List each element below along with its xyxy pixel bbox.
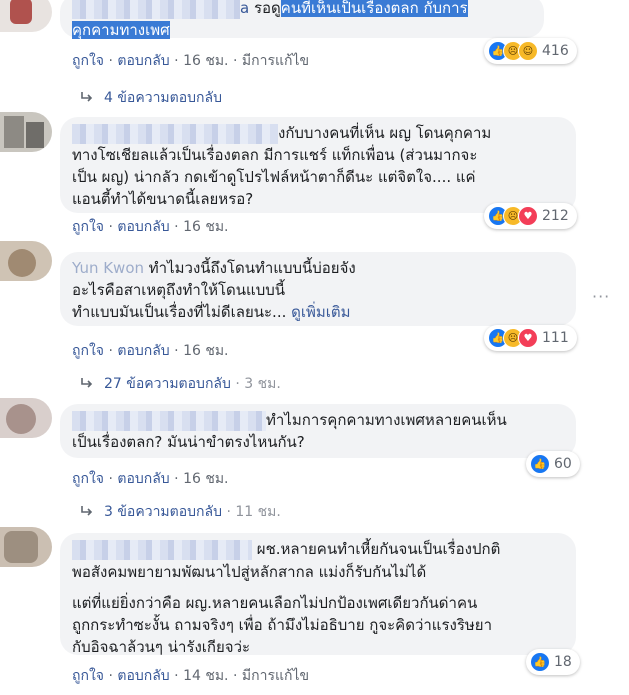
reaction-summary[interactable]: 👍 ☹ ♥ 212 [484,203,577,229]
highlighted-text: คนที่เห็นเป็นเรื่องตลก กับการ [280,0,468,17]
reply-arrow-icon [81,378,93,388]
separator: · [235,376,240,392]
avatar[interactable] [0,241,52,281]
edited-label[interactable]: มีการแก้ไข [242,53,309,69]
timestamp[interactable]: 16 ชม. [183,471,228,487]
separator: · [174,471,179,487]
like-link[interactable]: ถูกใจ [72,343,104,359]
avatar[interactable] [0,0,52,32]
separator: · [108,668,113,684]
separator: · [226,504,231,520]
reaction-summary[interactable]: 👍 ☹ ☺ 416 [484,38,577,64]
replies-time: 3 ชม. [244,376,281,392]
reaction-count: 111 [542,330,569,346]
view-replies-link[interactable]: 27 ข้อความตอบกลับ · 3 ชม. [80,373,281,395]
comment-text: รอดู [253,0,281,17]
replies-count[interactable]: 27 ข้อความตอบกลับ [104,376,231,392]
like-icon: 👍 [530,454,550,474]
comment-text-line: งกับบางคนที่เห็น ผญ โดนคุกคาม [72,122,491,144]
replies-time: 11 ชม. [235,504,281,520]
comment-actions: ถูกใจ · ตอบกลับ · 16 ชม. [72,216,229,238]
commenter-name-suffix[interactable]: a [240,0,249,17]
separator: · [232,53,238,69]
comment-text-line: a รอดูคนที่เห็นเป็นเรื่องตลก กับการ [72,0,468,19]
timestamp[interactable]: 14 ชม. [183,668,228,684]
more-options-icon[interactable]: ··· [592,287,610,306]
comment-text: ทำไมวงนี้ถึงโดนทำแบบนี้บ่อยจัง [148,259,356,277]
comment-text: ผช.หลายคนทำเหี้ยกันจนเป็นเรื่องปกติ [256,540,501,558]
separator: · [232,668,238,684]
timestamp[interactable]: 16 ชม. [183,219,228,235]
timestamp[interactable]: 16 ชม. [183,53,228,69]
reply-arrow-icon [81,92,93,102]
commenter-name[interactable] [72,123,278,144]
separator: · [108,219,113,235]
comment-text-line: แอนตี้ทำได้ขนาดนี้เลยหรอ? [72,190,254,208]
reply-link[interactable]: ตอบกลับ [117,343,169,359]
commenter-name[interactable]: Yun Kwon [72,259,144,277]
comment-actions: ถูกใจ · ตอบกลับ · 14 ชม. · มีการแก้ไข [72,665,309,687]
love-icon: ♥ [518,206,538,226]
haha-icon: ☺ [518,41,538,61]
separator: · [108,53,113,69]
see-more-link[interactable]: ดูเพิ่มเติม [291,303,350,321]
replies-count[interactable]: 4 ข้อความตอบกลับ [104,90,222,106]
reply-link[interactable]: ตอบกลับ [117,471,169,487]
like-link[interactable]: ถูกใจ [72,668,104,684]
comment-text-line: ทางโซเชียลแล้วเป็นเรื่องตลก มีการแชร์ แท… [72,146,478,164]
like-link[interactable]: ถูกใจ [72,471,104,487]
reaction-count: 212 [542,208,569,224]
like-link[interactable]: ถูกใจ [72,219,104,235]
comment-text-line: ทำไมการคุกคามทางเพศหลายคนเห็น [72,409,507,431]
comment-text: ทำไมการคุกคามทางเพศหลายคนเห็น [266,411,507,429]
love-icon: ♥ [518,328,538,348]
reply-link[interactable]: ตอบกลับ [117,219,169,235]
avatar[interactable] [0,112,52,152]
reaction-summary[interactable]: 👍 60 [526,451,580,477]
comment-actions: ถูกใจ · ตอบกลับ · 16 ชม. · มีการแก้ไข [72,50,309,72]
comment-actions: ถูกใจ · ตอบกลับ · 16 ชม. [72,340,229,362]
comment-text-line: ทำแบบมันเป็นเรื่องที่ไม่ดีเลยนะ... ดูเพิ… [72,301,351,323]
highlighted-text: คุกคามทางเพศ [72,21,170,39]
comment-text-line: เป็นเรื่องตลก? มันน่าขำตรงไหนกัน? [72,433,305,451]
separator: · [108,343,113,359]
comment-actions: ถูกใจ · ตอบกลับ · 16 ชม. [72,468,229,490]
comment-text-line: แต่ที่แย่ยิ่งกว่าคือ ผญ.หลายคนเลือกไม่ปก… [72,594,478,612]
comment-text-line: พอสังคมพยายามพัฒนาไปสู่หลักสากล แม่งก็รั… [72,563,427,581]
timestamp[interactable]: 16 ชม. [183,343,228,359]
reaction-count: 60 [554,456,572,472]
reaction-summary[interactable]: 👍 ☹ ♥ 111 [484,325,577,351]
comment-text-line: Yun Kwon ทำไมวงนี้ถึงโดนทำแบบนี้บ่อยจัง [72,257,356,279]
separator: · [108,471,113,487]
comment-text: งกับบางคนที่เห็น ผญ โดนคุกคาม [278,124,492,142]
reply-arrow-icon [81,506,93,516]
separator: · [174,343,179,359]
comment-text: ทำแบบมันเป็นเรื่องที่ไม่ดีเลยนะ... [72,303,287,321]
reaction-count: 18 [554,654,572,670]
comment-text-line: กับอิจฉาล้วนๆ น่ารังเกียจว่ะ [72,638,251,656]
comment-text-line: ผช.หลายคนทำเหี้ยกันจนเป็นเรื่องปกติ [72,538,500,560]
like-link[interactable]: ถูกใจ [72,53,104,69]
commenter-name[interactable] [72,539,252,560]
comment-text-line: เป็น ผญ) น่ากลัว กดเข้าดูโปรไฟล์หน้าตาก็… [72,168,476,186]
view-replies-link[interactable]: 3 ข้อความตอบกลับ · 11 ชม. [80,501,281,523]
edited-label[interactable]: มีการแก้ไข [242,668,309,684]
replies-count[interactable]: 3 ข้อความตอบกลับ [104,504,222,520]
separator: · [174,219,179,235]
avatar[interactable] [0,398,52,438]
comment-text-line: ถูกกระทำซะงั้น ถามจริงๆ เพื่อ ถ้ามึงไม่อ… [72,616,492,634]
comment-text-line: คุกคามทางเพศ [72,19,170,41]
comment-text-line: อะไรคือสาเหตุถึงทำให้โดนแบบนี้ [72,281,285,299]
separator: · [174,668,179,684]
reaction-count: 416 [542,43,569,59]
commenter-name[interactable] [72,410,266,431]
separator: · [174,53,179,69]
reply-link[interactable]: ตอบกลับ [117,668,169,684]
view-replies-link[interactable]: 4 ข้อความตอบกลับ [80,87,222,109]
commenter-name[interactable] [72,0,240,19]
reply-link[interactable]: ตอบกลับ [117,53,169,69]
reaction-summary[interactable]: 👍 18 [526,649,580,675]
avatar[interactable] [0,527,52,567]
like-icon: 👍 [530,652,550,672]
